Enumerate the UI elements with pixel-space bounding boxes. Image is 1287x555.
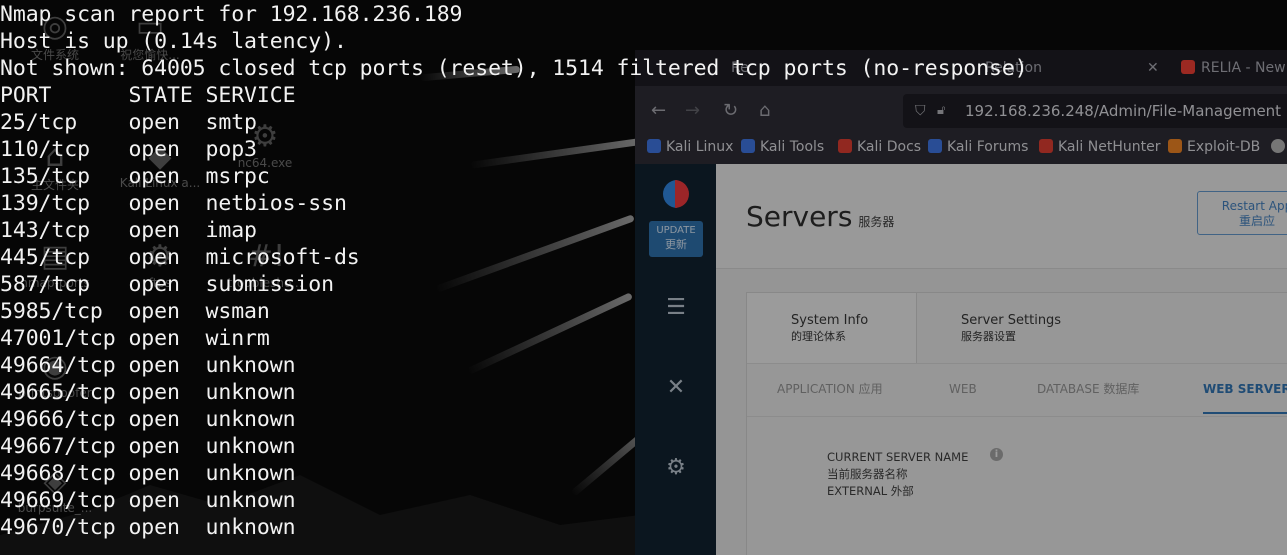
terminal-transparency-overlay	[0, 0, 1287, 555]
